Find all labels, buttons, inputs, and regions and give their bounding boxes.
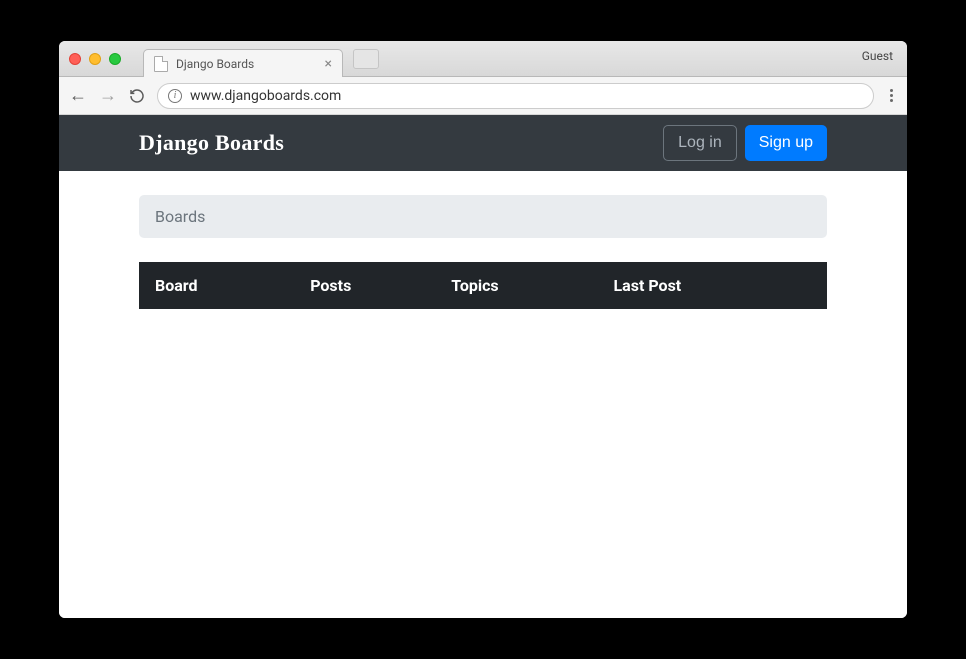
th-topics: Topics: [451, 276, 613, 295]
breadcrumb: Boards: [139, 195, 827, 238]
login-button[interactable]: Log in: [663, 125, 737, 161]
breadcrumb-item: Boards: [155, 207, 205, 226]
forward-button[interactable]: →: [99, 85, 117, 106]
th-last-post: Last Post: [614, 276, 812, 295]
page-icon: [154, 56, 168, 72]
close-tab-icon[interactable]: ×: [325, 57, 332, 71]
guest-label: Guest: [862, 49, 893, 63]
traffic-lights: [69, 53, 121, 65]
site-navbar: Django Boards Log in Sign up: [59, 115, 907, 171]
back-button[interactable]: ←: [69, 85, 87, 106]
minimize-window-button[interactable]: [89, 53, 101, 65]
page-content: Django Boards Log in Sign up Boards Boar…: [59, 115, 907, 618]
maximize-window-button[interactable]: [109, 53, 121, 65]
boards-table-header: Board Posts Topics Last Post: [139, 262, 827, 309]
nav-actions: Log in Sign up: [663, 125, 827, 161]
titlebar: Django Boards × Guest: [59, 41, 907, 77]
browser-toolbar: ← → i www.djangoboards.com: [59, 77, 907, 115]
th-posts: Posts: [310, 276, 451, 295]
reload-button[interactable]: [129, 88, 145, 104]
brand-logo[interactable]: Django Boards: [139, 130, 284, 156]
close-window-button[interactable]: [69, 53, 81, 65]
page-body: Boards Board Posts Topics Last Post: [139, 171, 827, 309]
url-bar[interactable]: i www.djangoboards.com: [157, 83, 874, 109]
tabs-strip: Django Boards ×: [143, 41, 379, 76]
site-info-icon[interactable]: i: [168, 89, 182, 103]
signup-button[interactable]: Sign up: [745, 125, 827, 161]
browser-tab[interactable]: Django Boards ×: [143, 49, 343, 77]
url-text: www.djangoboards.com: [190, 88, 341, 104]
th-board: Board: [155, 276, 310, 295]
browser-window: Django Boards × Guest ← → i www.djangobo…: [59, 41, 907, 618]
new-tab-button[interactable]: [353, 49, 379, 69]
browser-menu-button[interactable]: [886, 89, 897, 102]
tab-title: Django Boards: [176, 57, 254, 71]
